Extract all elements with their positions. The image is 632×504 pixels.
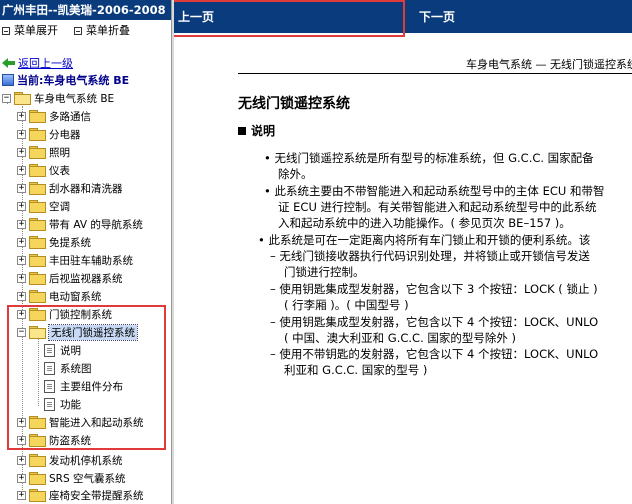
- body-line: 门锁进行控制。: [284, 265, 365, 279]
- page-title: 无线门锁遥控系统: [238, 96, 350, 112]
- collapse-menu-button[interactable]: 菜单折叠: [74, 20, 130, 42]
- body-line: • 此系统是可在一定距离内将所有车门锁止和开锁的便利系统。该: [258, 233, 591, 247]
- body-line: – 无线门锁接收器执行代码识别处理，并将锁止或开锁信号发送: [270, 249, 590, 263]
- tree-item-multiplex[interactable]: + 多路通信: [17, 107, 91, 125]
- section-heading: 说明: [238, 122, 275, 139]
- expand-toggle-icon[interactable]: +: [17, 183, 26, 193]
- tree-item-lighting[interactable]: + 照明: [17, 143, 70, 161]
- body-line: – 使用不带钥匙的发射器，它包含以下 4 个按钮：LOCK、UNLO: [270, 347, 599, 361]
- body-line: – 使用钥匙集成型发射器，它包含以下 4 个按钮：LOCK、UNLO: [270, 315, 599, 329]
- expand-toggle-icon[interactable]: +: [17, 291, 26, 301]
- body-line: ( 行李厢 )。( 中国型号 ): [284, 298, 409, 312]
- back-link[interactable]: 返回上一级: [2, 55, 73, 71]
- highlight-box: [7, 305, 166, 450]
- tree-root[interactable]: − 车身电气系统 BE: [2, 89, 114, 107]
- folder-icon: [29, 110, 46, 123]
- tree-item-distributor[interactable]: + 分电器: [17, 125, 81, 143]
- tree-item-srs-airbag[interactable]: + SRS 空气囊系统: [17, 469, 125, 487]
- folder-icon: [29, 254, 46, 267]
- next-page-button[interactable]: 下一页: [419, 8, 455, 25]
- folder-icon: [29, 128, 46, 141]
- body-line: • 此系统主要由不带智能进入和起动系统型号中的主体 ECU 和带智: [264, 184, 605, 198]
- back-arrow-icon: [2, 57, 15, 69]
- page-header: 车身电气系统 — 无线门锁遥控系统: [466, 58, 632, 71]
- square-bullet-icon: [238, 126, 246, 135]
- expand-toggle-icon[interactable]: +: [17, 201, 26, 211]
- tree-toolbar: 菜单展开 菜单折叠: [0, 20, 171, 42]
- tree-item-seatbelt-reminder[interactable]: + 座椅安全带提醒系统: [17, 486, 144, 504]
- folder-icon: [29, 236, 46, 249]
- tree-item-wiper[interactable]: + 刮水器和清洗器: [17, 179, 123, 197]
- expand-toggle-icon[interactable]: +: [17, 111, 26, 121]
- tree-item-navigation[interactable]: + 带有 AV 的导航系统: [17, 215, 143, 233]
- expand-toggle-icon[interactable]: +: [17, 490, 26, 500]
- tree-item-meter[interactable]: + 仪表: [17, 161, 70, 179]
- body-line: 利亚和 G.C.C. 国家的型号 ): [284, 363, 428, 377]
- tree-item-immobiliser[interactable]: + 发动机停机系统: [17, 451, 123, 469]
- tree-item-parking-assist[interactable]: + 丰田驻车辅助系统: [17, 251, 133, 269]
- folder-icon: [29, 454, 46, 467]
- folder-icon: [29, 272, 46, 285]
- collapse-icon: [74, 27, 82, 35]
- tree-item-rear-view-monitor[interactable]: + 后视监视器系统: [17, 269, 123, 287]
- folder-icon: [29, 200, 46, 213]
- expand-toggle-icon[interactable]: +: [17, 147, 26, 157]
- highlight-box: [174, 0, 405, 37]
- expand-toggle-icon[interactable]: +: [17, 219, 26, 229]
- tree-item-air-conditioning[interactable]: + 空调: [17, 197, 70, 215]
- header-divider: [238, 73, 632, 74]
- body-line: • 无线门锁遥控系统是所有型号的标准系统，但 G.C.C. 国家配备: [264, 151, 594, 165]
- content-pane: 上一页 下一页 车身电气系统 — 无线门锁遥控系统 无线门锁遥控系统 说明 • …: [174, 0, 632, 504]
- tree-item-hands-free[interactable]: + 免提系统: [17, 233, 91, 251]
- book-icon: [2, 74, 14, 86]
- collapse-toggle-icon[interactable]: −: [2, 93, 11, 103]
- navigation-pane: 广州丰田--凯美瑞-2006-2008 菜单展开 菜单折叠 返回上一级 当前:车…: [0, 0, 171, 504]
- body-line: – 使用钥匙集成型发射器，它包含以下 3 个按钮：LOCK ( 锁止 ): [270, 282, 598, 296]
- folder-icon: [29, 290, 46, 303]
- folder-icon: [29, 182, 46, 195]
- manual-title: 广州丰田--凯美瑞-2006-2008: [0, 0, 171, 20]
- expand-toggle-icon[interactable]: +: [17, 455, 26, 465]
- expand-toggle-icon[interactable]: +: [17, 165, 26, 175]
- expand-toggle-icon[interactable]: +: [17, 473, 26, 483]
- folder-icon: [29, 489, 46, 502]
- body-line: 除外。: [278, 167, 313, 181]
- expand-menu-button[interactable]: 菜单展开: [2, 20, 58, 42]
- folder-icon: [29, 164, 46, 177]
- expand-icon: [2, 27, 10, 35]
- expand-toggle-icon[interactable]: +: [17, 273, 26, 283]
- folder-open-icon: [14, 92, 31, 105]
- current-location: 当前:车身电气系统 BE: [2, 72, 129, 88]
- tree-item-power-window[interactable]: + 电动窗系统: [17, 287, 102, 305]
- expand-toggle-icon[interactable]: +: [17, 129, 26, 139]
- body-line: ( 中国、澳大利亚和 G.C.C. 国家的型号除外 ): [284, 331, 517, 345]
- folder-icon: [29, 472, 46, 485]
- expand-toggle-icon[interactable]: +: [17, 237, 26, 247]
- folder-icon: [29, 146, 46, 159]
- body-line: 入和起动系统中的进入功能操作。( 参见页次 BE–157 )。: [278, 216, 571, 230]
- body-line: 证 ECU 进行控制。有关带智能进入和起动系统型号中的此系统: [278, 200, 597, 214]
- folder-icon: [29, 218, 46, 231]
- expand-toggle-icon[interactable]: +: [17, 255, 26, 265]
